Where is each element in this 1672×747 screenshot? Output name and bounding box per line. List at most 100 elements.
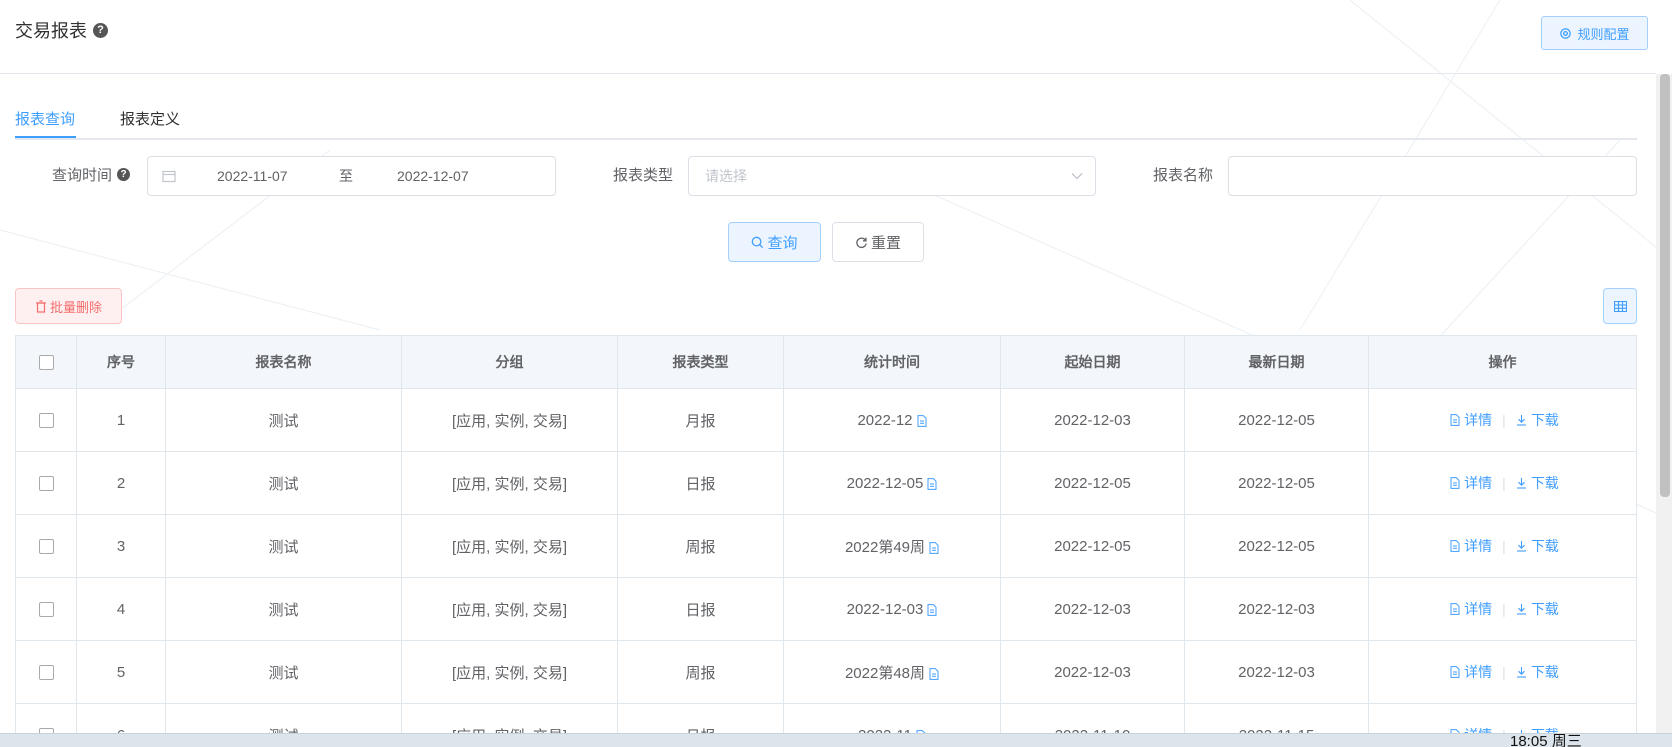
cell-report-type: 日报 <box>617 451 784 515</box>
download-icon <box>1516 415 1526 426</box>
cell-actions: 详情 | 下载 <box>1368 640 1637 704</box>
rule-config-label: 规则配置 <box>1577 26 1630 42</box>
cell-report-name: 测试 <box>165 640 402 704</box>
tab-report-definition[interactable]: 报表定义 <box>120 108 180 129</box>
cell-report-type: 周报 <box>617 640 784 704</box>
scrollbar-thumb[interactable] <box>1660 74 1670 497</box>
period-text: 2022-12-05 <box>846 474 924 492</box>
cell-actions: 详情 | 下载 <box>1368 514 1637 578</box>
detail-label: 详情 <box>1464 412 1493 428</box>
period-text: 2022第48周 <box>844 664 926 682</box>
table-row[interactable]: 5 测试 [应用, 实例, 交易] 周报 2022第48周 2022-12-03 2022-… <box>15 640 1637 704</box>
date-range-separator: 至 <box>339 168 353 184</box>
column-header[interactable]: 起始日期 <box>1000 335 1185 389</box>
detail-icon <box>1450 540 1460 552</box>
help-icon[interactable]: ? <box>93 22 108 38</box>
table-row[interactable]: 4 测试 [应用, 实例, 交易] 日报 2022-12-03 2022-12-03 202… <box>15 577 1637 641</box>
rule-config-button[interactable]: 规则配置 <box>1541 16 1648 50</box>
document-icon[interactable] <box>929 667 939 680</box>
document-icon[interactable] <box>917 414 927 427</box>
reset-button-label: 重置 <box>870 234 901 252</box>
detail-link[interactable]: 详情 <box>1446 599 1492 619</box>
column-header[interactable]: 统计时间 <box>783 335 1001 389</box>
table-row[interactable]: 3 测试 [应用, 实例, 交易] 周报 2022第49周 2022-12-05 2022-… <box>15 514 1637 578</box>
download-link[interactable]: 下载 <box>1516 473 1559 493</box>
detail-label: 详情 <box>1464 538 1493 554</box>
help-icon[interactable]: ? <box>117 168 131 181</box>
select-all-checkbox[interactable] <box>38 355 54 371</box>
report-type-placeholder: 请选择 <box>705 168 747 184</box>
query-time-label: 查询时间 ? <box>52 164 131 185</box>
download-link[interactable]: 下载 <box>1516 410 1559 430</box>
reset-button[interactable]: 重置 <box>832 222 924 262</box>
column-header[interactable]: 分组 <box>401 335 618 389</box>
cell-actions: 详情 | 下载 <box>1368 388 1637 452</box>
cell-report-type: 周报 <box>617 514 784 578</box>
cell-period: 2022-12-03 <box>783 577 1001 641</box>
download-label: 下载 <box>1530 601 1559 617</box>
cell-latest-date: 2022-12-03 <box>1184 640 1369 704</box>
detail-icon <box>1450 666 1460 678</box>
date-start-input[interactable]: 2022-11-07 <box>217 168 288 184</box>
action-divider: | <box>1502 412 1506 428</box>
cell-group: [应用, 实例, 交易] <box>401 451 618 515</box>
active-tab-indicator <box>15 136 76 138</box>
document-icon[interactable] <box>929 541 939 554</box>
query-time-label-text: 查询时间 <box>52 167 113 184</box>
detail-link[interactable]: 详情 <box>1446 662 1492 682</box>
cell-group: [应用, 实例, 交易] <box>401 640 618 704</box>
cell-no: 3 <box>76 514 166 578</box>
column-header[interactable]: 序号 <box>76 335 166 389</box>
row-checkbox[interactable] <box>38 413 54 429</box>
column-header[interactable]: 报表类型 <box>617 335 784 389</box>
row-checkbox[interactable] <box>38 665 54 681</box>
download-link[interactable]: 下载 <box>1516 599 1559 619</box>
date-end-input[interactable]: 2022-12-07 <box>397 168 469 184</box>
cell-period: 2022-12-05 <box>783 451 1001 515</box>
detail-icon <box>1450 477 1460 489</box>
period-text: 2022-12 <box>857 411 913 429</box>
batch-delete-button[interactable]: 批量删除 <box>15 288 122 324</box>
select-all-cell <box>15 335 77 389</box>
detail-link[interactable]: 详情 <box>1446 410 1492 430</box>
os-taskbar: 18:05 周三 <box>0 733 1672 747</box>
cell-period: 2022-12 <box>783 388 1001 452</box>
cell-period: 2022第48周 <box>783 640 1001 704</box>
cell-report-name: 测试 <box>165 577 402 641</box>
download-link[interactable]: 下载 <box>1516 662 1559 682</box>
cell-group: [应用, 实例, 交易] <box>401 577 618 641</box>
download-link[interactable]: 下载 <box>1516 536 1559 556</box>
cell-start-date: 2022-12-05 <box>1000 451 1185 515</box>
column-settings-button[interactable] <box>1603 288 1637 324</box>
gear-icon <box>1560 27 1572 39</box>
trash-icon <box>35 299 46 313</box>
tab-bar: 报表查询 报表定义 <box>15 100 1637 140</box>
download-icon <box>1516 478 1526 489</box>
row-checkbox[interactable] <box>38 539 54 555</box>
download-icon <box>1516 667 1526 678</box>
detail-link[interactable]: 详情 <box>1446 473 1492 493</box>
taskbar-clock: 18:05 周三 <box>1510 733 1582 747</box>
column-header[interactable]: 操作 <box>1368 335 1637 389</box>
row-checkbox[interactable] <box>38 602 54 618</box>
cell-report-name: 测试 <box>165 388 402 452</box>
detail-link[interactable]: 详情 <box>1446 536 1492 556</box>
report-type-select[interactable]: 请选择 <box>688 156 1096 196</box>
document-icon[interactable] <box>927 477 937 490</box>
tab-report-query[interactable]: 报表查询 <box>15 108 75 129</box>
table-row[interactable]: 1 测试 [应用, 实例, 交易] 月报 2022-12 2022-12-03 2022-1… <box>15 388 1637 452</box>
column-header[interactable]: 最新日期 <box>1184 335 1369 389</box>
report-name-input[interactable] <box>1228 156 1637 196</box>
table-row[interactable]: 2 测试 [应用, 实例, 交易] 日报 2022-12-05 2022-12-05 202… <box>15 451 1637 515</box>
download-label: 下载 <box>1530 412 1559 428</box>
query-button[interactable]: 查询 <box>728 222 821 262</box>
cell-actions: 详情 | 下载 <box>1368 577 1637 641</box>
date-range-picker[interactable]: 2022-11-07 至 2022-12-07 <box>147 156 556 196</box>
row-checkbox[interactable] <box>38 476 54 492</box>
page-title-text: 交易报表 <box>15 21 87 41</box>
period-text: 2022-12-03 <box>846 600 924 618</box>
download-icon <box>1516 541 1526 552</box>
document-icon[interactable] <box>927 603 937 616</box>
batch-delete-label: 批量删除 <box>49 299 102 315</box>
column-header[interactable]: 报表名称 <box>165 335 402 389</box>
